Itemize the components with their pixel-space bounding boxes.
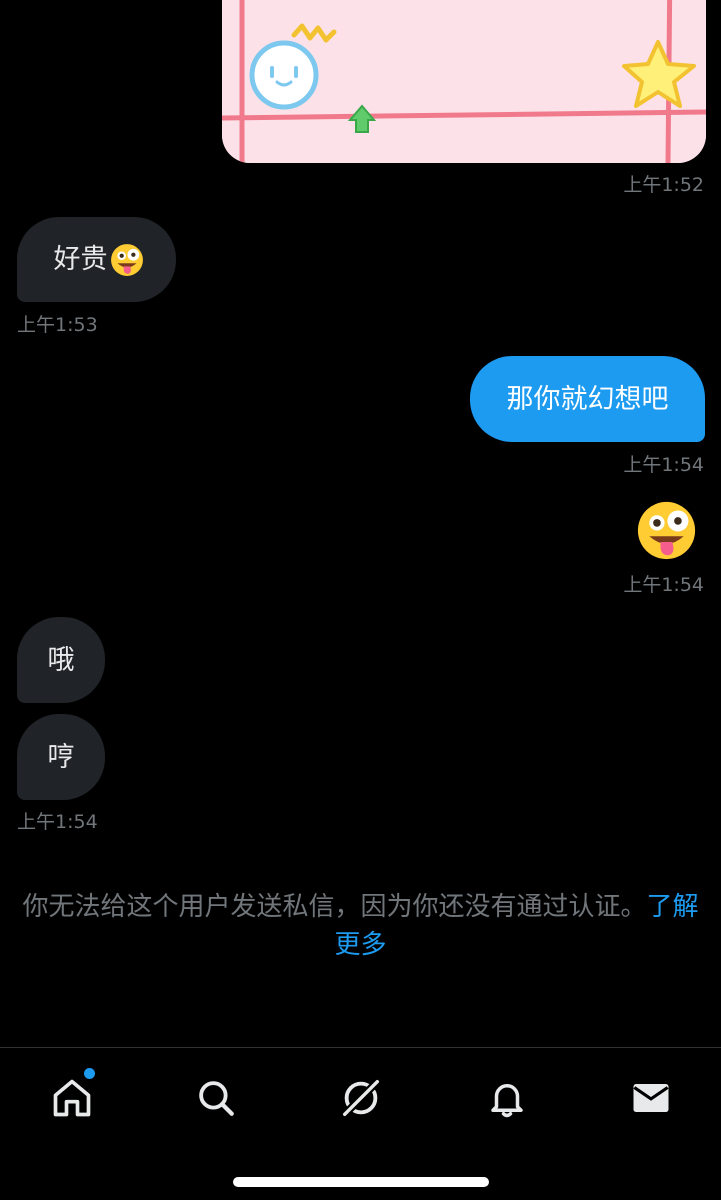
sticker-image <box>222 0 706 163</box>
dm-conversation-screen: 上午1:52 好贵 上午1:53 那你就幻想吧 上午1:54 上午1:54 哦 … <box>0 0 721 1200</box>
incoming-message-bubble[interactable]: 好贵 <box>17 217 176 302</box>
tab-messages[interactable] <box>621 1068 681 1128</box>
timestamp: 上午1:54 <box>17 811 98 833</box>
zany-face-icon <box>110 243 143 276</box>
notification-dot <box>84 1068 95 1079</box>
home-indicator[interactable] <box>233 1177 489 1187</box>
message-text: 哼 <box>47 741 75 773</box>
tab-grok[interactable] <box>331 1068 391 1128</box>
timestamp: 上午1:52 <box>623 174 704 196</box>
tab-search[interactable] <box>186 1068 246 1128</box>
mail-icon <box>633 1084 669 1112</box>
zany-face-icon[interactable] <box>636 500 697 561</box>
outgoing-message-bubble[interactable]: 那你就幻想吧 <box>470 356 705 442</box>
tab-home[interactable] <box>42 1068 102 1128</box>
bell-icon <box>491 1084 523 1118</box>
home-icon <box>53 1079 91 1117</box>
cannot-message-notice: 你无法给这个用户发送私信，因为你还没有通过认证。了解更多 <box>10 888 711 964</box>
incoming-message-bubble[interactable]: 哼 <box>17 714 105 800</box>
timestamp: 上午1:53 <box>17 314 98 336</box>
timestamp: 上午1:54 <box>623 454 704 476</box>
image-message[interactable] <box>222 0 706 163</box>
tab-notifications[interactable] <box>477 1068 537 1128</box>
message-text: 哦 <box>47 644 75 676</box>
timestamp: 上午1:54 <box>623 574 704 596</box>
message-text: 好贵 <box>53 244 108 275</box>
message-text: 那你就幻想吧 <box>506 383 669 415</box>
search-icon <box>199 1081 234 1116</box>
bottom-tab-bar <box>0 1047 721 1200</box>
notice-text: 你无法给这个用户发送私信，因为你还没有通过认证。 <box>22 892 647 922</box>
grok-icon <box>341 1078 381 1118</box>
incoming-message-bubble[interactable]: 哦 <box>17 617 105 703</box>
